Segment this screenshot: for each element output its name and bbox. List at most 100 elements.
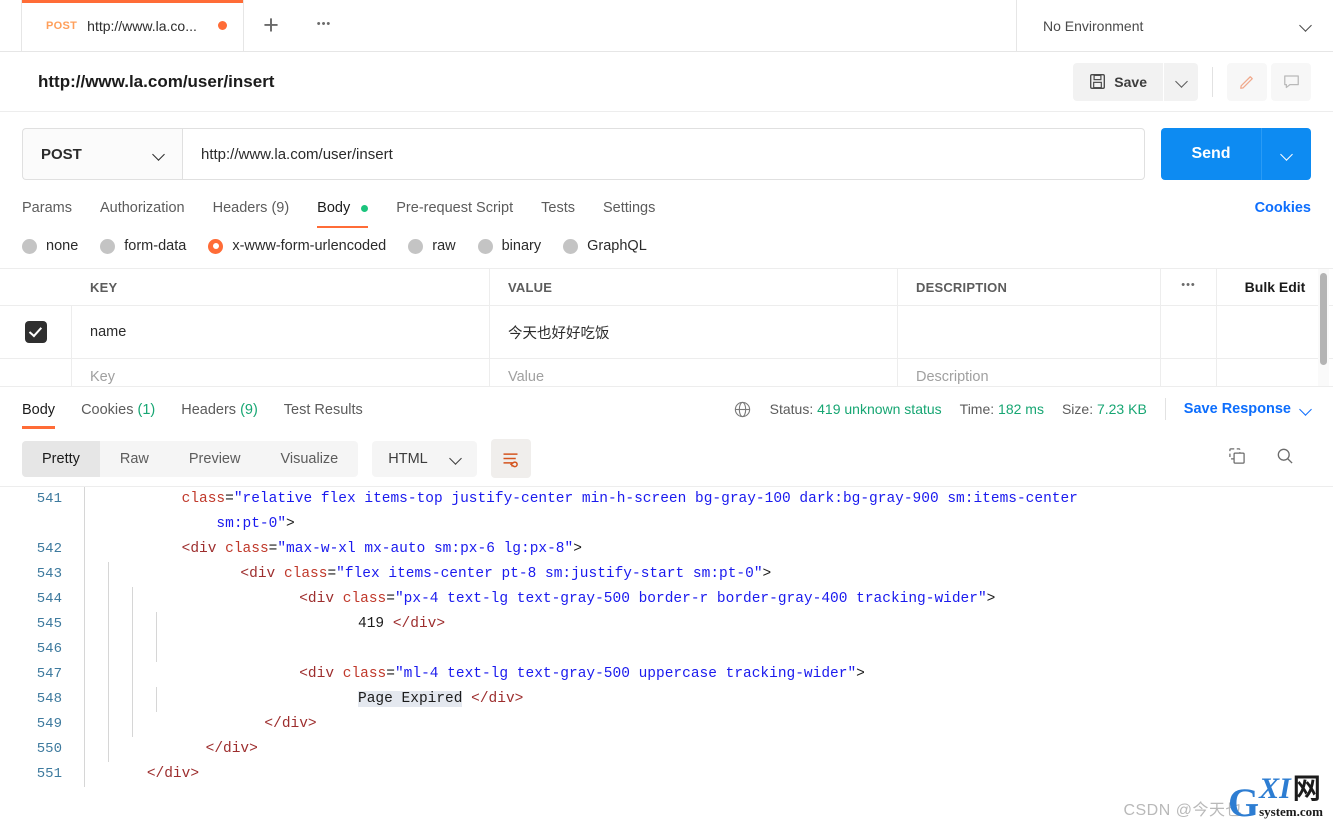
- body-type-graphql[interactable]: GraphQL: [563, 238, 647, 254]
- body-type-none[interactable]: none: [22, 238, 78, 254]
- view-mode-visualize[interactable]: Visualize: [260, 441, 358, 477]
- code-line: sm:pt-0">: [0, 512, 1333, 537]
- wrap-lines-button[interactable]: [490, 439, 531, 478]
- body-params-table: KEY VALUE DESCRIPTION ••• Bulk Edit name…: [0, 268, 1333, 386]
- tab-settings-label: Settings: [602, 200, 656, 216]
- code-text: Page Expired </div>: [358, 691, 524, 707]
- body-type-binary-label: binary: [501, 238, 542, 254]
- body-type-form-data[interactable]: form-data: [100, 238, 186, 254]
- time-label-text: Time:: [959, 401, 995, 417]
- search-icon: [1277, 448, 1293, 464]
- chevron-down-icon: [1176, 76, 1187, 87]
- indent-guides: [78, 687, 184, 712]
- send-options-button[interactable]: [1261, 128, 1311, 180]
- view-mode-pretty[interactable]: Pretty: [22, 440, 100, 477]
- response-tab-test-results[interactable]: Test Results: [284, 390, 363, 429]
- placeholder-description-cell[interactable]: Description: [898, 359, 1161, 386]
- placeholder-value-cell[interactable]: Value: [490, 359, 898, 386]
- http-method-value: POST: [41, 145, 82, 163]
- tab-authorization[interactable]: Authorization: [86, 200, 199, 228]
- tab-body[interactable]: Body: [303, 200, 382, 228]
- copy-button[interactable]: [1227, 446, 1247, 471]
- response-meta: Status: 419 unknown status Time: 182 ms …: [733, 398, 1311, 420]
- placeholder-value-label: Value: [508, 368, 545, 385]
- response-format-select[interactable]: HTML: [372, 440, 477, 477]
- line-number: 541: [36, 491, 62, 507]
- tab-more-options-icon[interactable]: •••: [298, 0, 350, 51]
- table-scrollbar-thumb[interactable]: [1320, 273, 1327, 365]
- comment-button[interactable]: [1271, 62, 1311, 101]
- send-button[interactable]: Send: [1161, 128, 1261, 180]
- row-description-cell[interactable]: [898, 306, 1161, 358]
- cookies-link[interactable]: Cookies: [1255, 200, 1311, 228]
- http-method-select[interactable]: POST: [22, 128, 182, 180]
- tab-pre-request-script[interactable]: Pre-request Script: [382, 200, 527, 228]
- placeholder-key-cell[interactable]: Key: [72, 359, 490, 386]
- code-line: 544 <div class="px-4 text-lg text-gray-5…: [0, 587, 1333, 612]
- response-tab-body[interactable]: Body: [22, 390, 56, 429]
- line-number: 542: [36, 541, 62, 557]
- body-type-x-www-form-urlencoded[interactable]: x-www-form-urlencoded: [208, 238, 386, 254]
- request-tab-method: POST: [46, 19, 78, 32]
- response-code-viewer[interactable]: 541 class="relative flex items-top justi…: [0, 486, 1333, 794]
- response-tab-body-label: Body: [22, 401, 56, 418]
- indent-guides: [78, 562, 136, 587]
- body-type-options: none form-data x-www-form-urlencoded raw…: [0, 228, 1333, 254]
- indent-guides: [78, 587, 160, 612]
- url-input[interactable]: [182, 128, 1145, 180]
- response-bar: Body Cookies (1) Headers (9) Test Result…: [0, 386, 1333, 431]
- new-tab-button[interactable]: +: [244, 0, 298, 51]
- response-tab-cookies-count: (1): [137, 401, 156, 418]
- code-scrollbar-track[interactable]: [1319, 487, 1331, 794]
- tab-bar-left-edge: [0, 0, 22, 51]
- table-options-icon[interactable]: •••: [1161, 269, 1217, 305]
- indent-guides: [78, 662, 160, 687]
- line-number: 549: [36, 716, 62, 732]
- request-tabs: Params Authorization Headers (9) Body Pr…: [0, 180, 1333, 228]
- bulk-edit-button[interactable]: Bulk Edit: [1217, 269, 1333, 305]
- radio-icon: [408, 238, 424, 254]
- tab-settings[interactable]: Settings: [589, 200, 669, 228]
- chevron-down-icon: [1281, 149, 1292, 160]
- view-mode-raw[interactable]: Raw: [100, 441, 169, 477]
- search-button[interactable]: [1275, 446, 1295, 471]
- tab-tests[interactable]: Tests: [527, 200, 589, 228]
- code-text: </div>: [205, 741, 258, 757]
- environment-label: No Environment: [1043, 17, 1144, 34]
- code-text: class="relative flex items-top justify-c…: [181, 491, 1078, 507]
- indent-guides: [78, 537, 112, 562]
- floppy-disk-icon: [1090, 74, 1106, 89]
- chevron-down-icon: [1300, 404, 1311, 415]
- request-tab[interactable]: POST http://www.la.co...: [22, 0, 244, 51]
- response-tab-headers[interactable]: Headers (9): [181, 390, 258, 429]
- table-row: name 今天也好好吃饭: [0, 306, 1333, 359]
- body-type-binary[interactable]: binary: [477, 238, 542, 254]
- tab-headers[interactable]: Headers (9): [199, 200, 304, 228]
- row-options-cell: [1161, 306, 1217, 358]
- save-response-button[interactable]: Save Response: [1184, 401, 1311, 417]
- code-line: 547 <div class="ml-4 text-lg text-gray-5…: [0, 662, 1333, 687]
- response-tab-headers-label: Headers: [181, 401, 237, 418]
- row-key-cell[interactable]: name: [72, 306, 490, 358]
- indent-guides: [78, 512, 112, 537]
- view-mode-preview[interactable]: Preview: [169, 441, 261, 477]
- row-value-cell[interactable]: 今天也好好吃饭: [490, 306, 898, 358]
- tab-params[interactable]: Params: [22, 200, 86, 228]
- code-line: 542 <div class="max-w-xl mx-auto sm:px-6…: [0, 537, 1333, 562]
- environment-selector[interactable]: No Environment: [1017, 0, 1333, 51]
- code-text: <div class="max-w-xl mx-auto sm:px-6 lg:…: [181, 541, 582, 557]
- tab-body-label: Body: [317, 200, 351, 216]
- save-options-button[interactable]: [1164, 62, 1198, 101]
- edit-request-button[interactable]: [1227, 62, 1267, 101]
- line-number: 548: [36, 691, 62, 707]
- code-line: 541 class="relative flex items-top justi…: [0, 487, 1333, 512]
- row-checkbox[interactable]: [24, 321, 47, 343]
- divider: [1164, 398, 1166, 420]
- save-button[interactable]: Save: [1073, 62, 1163, 101]
- watermark-csdn-text: CSDN @今天也: [1123, 802, 1242, 819]
- table-header-checkbox-cell: [0, 269, 72, 305]
- placeholder-end-cell: [1217, 359, 1333, 386]
- radio-icon: [22, 238, 37, 254]
- response-tab-cookies[interactable]: Cookies (1): [81, 390, 155, 429]
- body-type-raw[interactable]: raw: [408, 238, 456, 254]
